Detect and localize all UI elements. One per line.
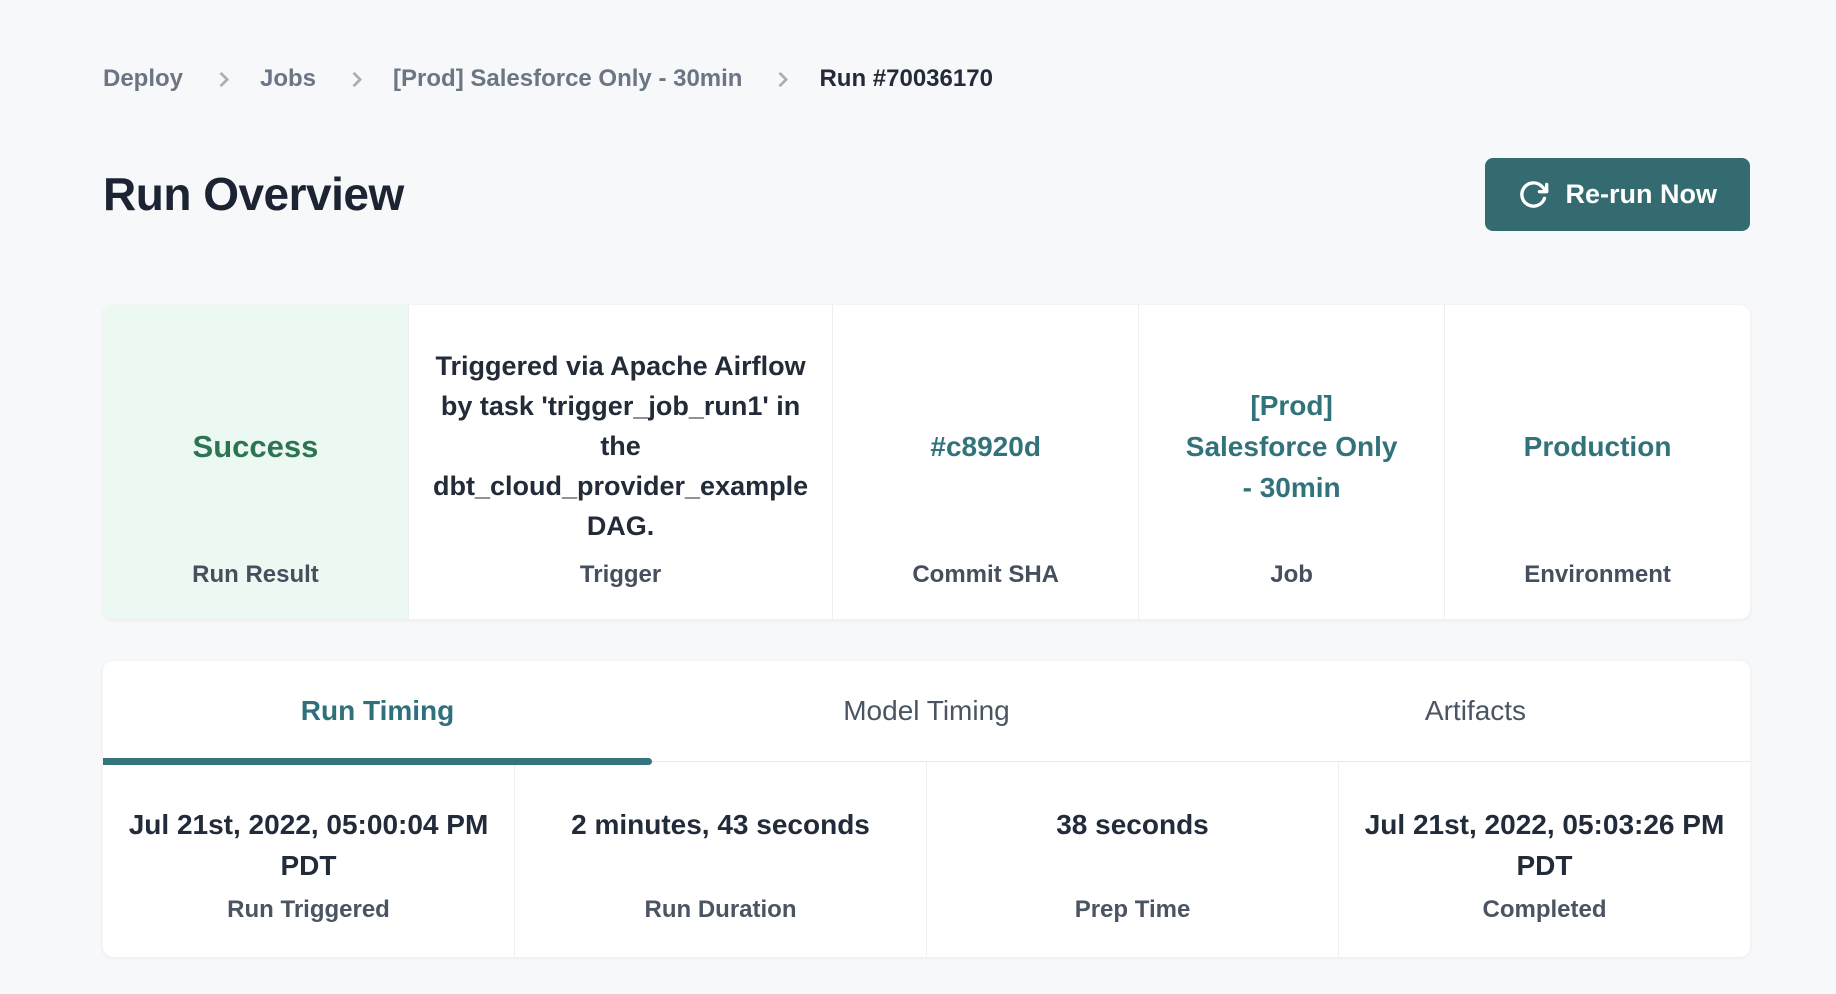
run-summary-cards: Success Run Result Triggered via Apache … [103,305,1750,619]
run-details-card: Run Timing Model Timing Artifacts Jul 21… [103,661,1750,957]
run-result-label: Run Result [192,561,319,589]
job-link[interactable]: [Prod] Salesforce Only - 30min [1184,385,1400,508]
trigger-label: Trigger [580,561,661,589]
run-timing-panel: Jul 21st, 2022, 05:00:04 PM PDT Run Trig… [103,762,1750,956]
breadcrumb-jobs[interactable]: Jobs [260,65,316,93]
completed-value: Jul 21st, 2022, 05:03:26 PM PDT [1359,804,1730,886]
tab-artifacts[interactable]: Artifacts [1201,661,1750,761]
run-overview-page: Deploy Jobs [Prod] Salesforce Only - 30m… [0,0,1836,994]
trigger-value: Triggered via Apache Airflow by task 'tr… [427,346,814,546]
breadcrumb: Deploy Jobs [Prod] Salesforce Only - 30m… [103,63,1750,95]
run-duration-label: Run Duration [645,896,797,924]
completed-cell: Jul 21st, 2022, 05:03:26 PM PDT Complete… [1338,762,1750,956]
run-duration-value: 2 minutes, 43 seconds [571,804,870,845]
breadcrumb-deploy[interactable]: Deploy [103,65,183,93]
run-triggered-label: Run Triggered [227,896,390,924]
run-triggered-value: Jul 21st, 2022, 05:00:04 PM PDT [123,804,494,886]
commit-sha-link[interactable]: #c8920d [930,426,1041,467]
rerun-button-label: Re-run Now [1566,179,1718,210]
title-row: Run Overview Re-run Now [103,148,1750,240]
tab-run-timing[interactable]: Run Timing [103,661,652,761]
chevron-right-icon [214,71,230,87]
job-card: [Prod] Salesforce Only - 30min Job [1138,305,1444,619]
chevron-right-icon [773,71,789,87]
page-title: Run Overview [103,167,404,221]
commit-sha-card: #c8920d Commit SHA [832,305,1138,619]
prep-time-label: Prep Time [1075,896,1191,924]
commit-sha-label: Commit SHA [912,561,1059,589]
breadcrumb-job-name[interactable]: [Prod] Salesforce Only - 30min [393,65,742,93]
tab-model-timing[interactable]: Model Timing [652,661,1201,761]
breadcrumb-run-number: Run #70036170 [819,65,992,93]
environment-label: Environment [1524,561,1671,589]
prep-time-value: 38 seconds [1056,804,1209,845]
page-content: Deploy Jobs [Prod] Salesforce Only - 30m… [103,63,1750,957]
trigger-card: Triggered via Apache Airflow by task 'tr… [408,305,832,619]
job-label: Job [1270,561,1313,589]
completed-label: Completed [1482,896,1606,924]
tab-bar: Run Timing Model Timing Artifacts [103,661,1750,762]
rerun-now-button[interactable]: Re-run Now [1485,158,1751,231]
run-duration-cell: 2 minutes, 43 seconds Run Duration [514,762,926,956]
run-result-value: Success [193,426,319,467]
environment-link[interactable]: Production [1524,426,1672,467]
prep-time-cell: 38 seconds Prep Time [926,762,1338,956]
refresh-icon [1518,179,1549,210]
environment-card: Production Environment [1444,305,1750,619]
run-triggered-cell: Jul 21st, 2022, 05:00:04 PM PDT Run Trig… [103,762,514,956]
chevron-right-icon [347,71,363,87]
run-result-card: Success Run Result [103,305,408,619]
